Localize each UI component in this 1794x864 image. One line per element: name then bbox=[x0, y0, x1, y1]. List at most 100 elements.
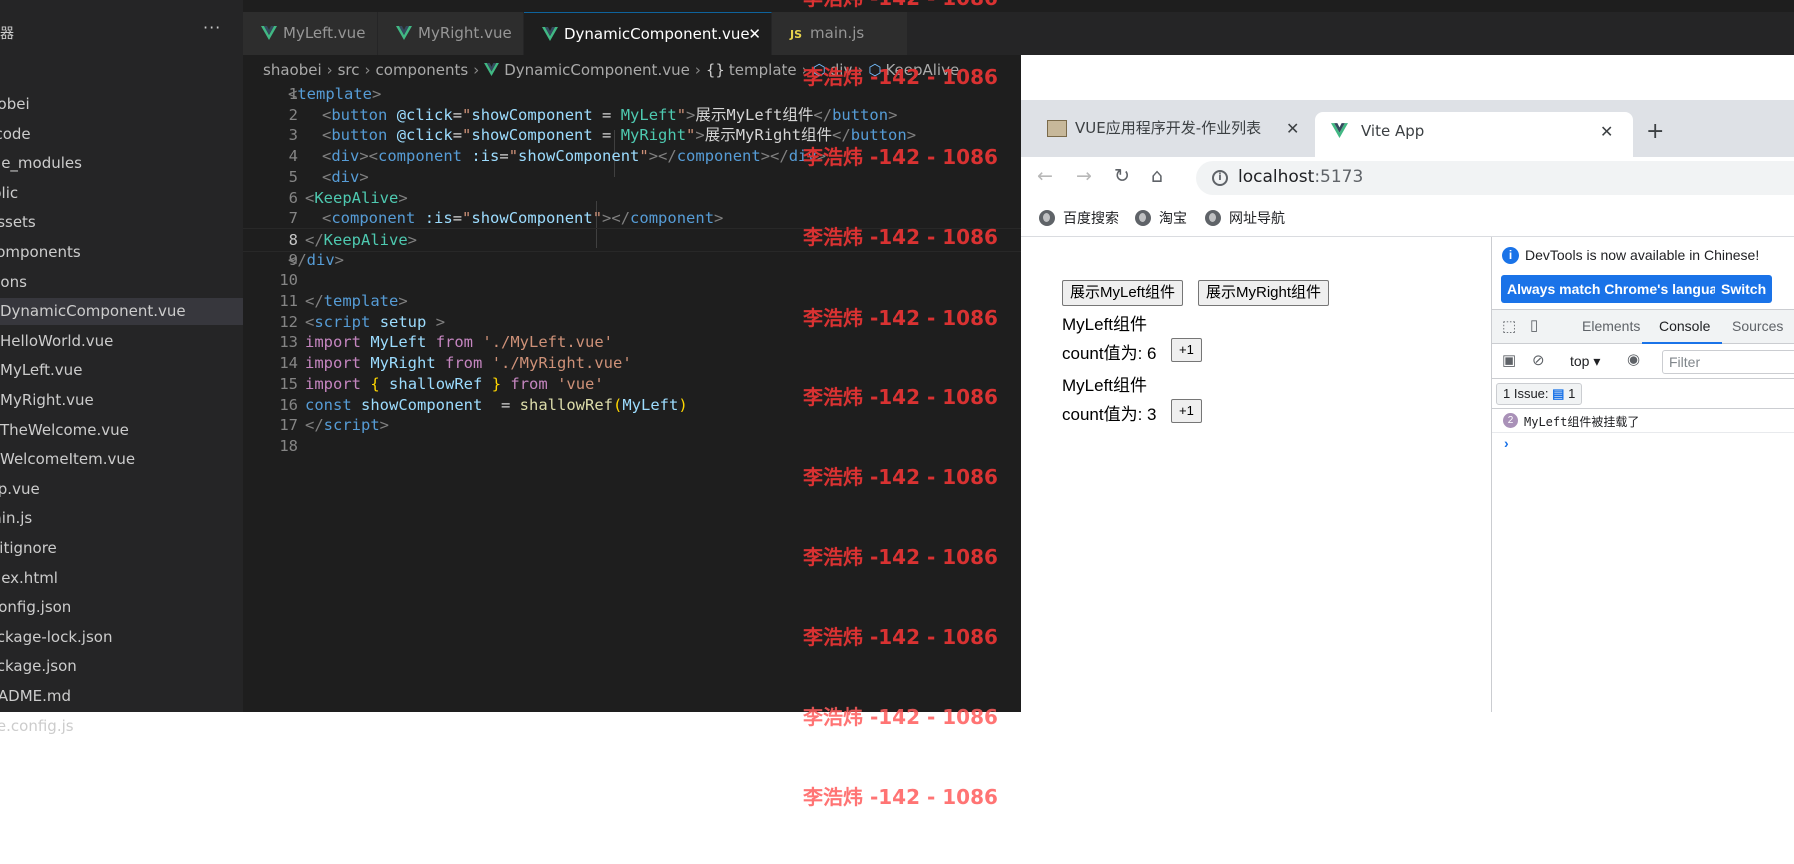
sidebar-item[interactable]: index.html bbox=[0, 565, 243, 592]
js-icon: JS bbox=[790, 28, 803, 41]
caret-down-icon: ▾ bbox=[1593, 353, 1601, 369]
show-myleft-button[interactable]: 展示MyLeft组件 bbox=[1062, 280, 1184, 306]
info-icon[interactable]: i bbox=[1212, 170, 1228, 186]
image-favicon-icon bbox=[1047, 120, 1067, 137]
watermark-text: 李浩炜 -142 - 1086 bbox=[803, 385, 998, 409]
sidebar-item-label: TheWelcome.vue bbox=[0, 420, 129, 439]
active-tab-indicator bbox=[1642, 342, 1722, 344]
bookmark-taobao[interactable]: 淘宝 bbox=[1135, 208, 1187, 228]
tab-elements[interactable]: Elements bbox=[1582, 318, 1640, 334]
watermark-text: 李浩炜 -142 - 1086 bbox=[803, 306, 998, 330]
bookmark-baidu[interactable]: 百度搜索 bbox=[1039, 208, 1119, 228]
watermark-text: 李浩炜 -142 - 1086 bbox=[803, 705, 998, 729]
sidebar-item[interactable]: HelloWorld.vue bbox=[0, 328, 243, 355]
sidebar-item[interactable]: jsconfig.json bbox=[0, 594, 243, 621]
globe-icon bbox=[1135, 210, 1151, 226]
chevron-right-icon: › bbox=[473, 61, 480, 79]
increment-button[interactable]: +1 bbox=[1171, 399, 1202, 423]
show-myright-button[interactable]: 展示MyRight组件 bbox=[1198, 280, 1330, 306]
home-icon[interactable]: ⌂ bbox=[1151, 165, 1163, 187]
repeat-count-badge: 2 bbox=[1503, 413, 1518, 428]
chevron-right-icon: › bbox=[694, 61, 701, 79]
sidebar-item-label: public bbox=[0, 183, 19, 202]
sidebar-item[interactable]: App.vue bbox=[0, 476, 243, 503]
breadcrumb-item[interactable]: DynamicComponent.vue bbox=[504, 61, 690, 79]
watermark-text: 李浩炜 -142 - 1086 bbox=[803, 65, 998, 89]
new-tab-icon[interactable]: + bbox=[1646, 119, 1664, 144]
tab-myleft[interactable]: MyLeft.vue bbox=[243, 12, 378, 55]
console-message: 2 MyLeft组件被挂载了 bbox=[1492, 409, 1794, 433]
sidebar-item[interactable]: node_modules bbox=[0, 150, 243, 177]
sidebar-item[interactable]: MyLeft.vue bbox=[0, 357, 243, 384]
breadcrumb-item[interactable]: template bbox=[729, 61, 797, 79]
increment-button[interactable]: +1 bbox=[1171, 338, 1202, 362]
url-port: :5173 bbox=[1314, 167, 1364, 187]
clear-console-icon[interactable]: ⊘ bbox=[1532, 351, 1545, 369]
inspect-element-icon[interactable]: ⬚ bbox=[1502, 317, 1516, 335]
page-content: 展示MyLeft组件 展示MyRight组件 MyLeft组件 count值为:… bbox=[1021, 237, 1491, 712]
bookmark-label: 淘宝 bbox=[1159, 211, 1187, 227]
breadcrumb-item[interactable]: src bbox=[338, 61, 360, 79]
sidebar-item-label: icons bbox=[0, 272, 27, 291]
close-icon[interactable]: ✕ bbox=[1286, 110, 1299, 147]
reload-icon[interactable]: ↻ bbox=[1114, 165, 1130, 187]
switch-language-button[interactable]: Switch bbox=[1715, 275, 1773, 303]
sidebar-item-label: README.md bbox=[0, 687, 72, 705]
close-icon[interactable]: ✕ bbox=[1600, 112, 1613, 151]
context-selector[interactable]: top ▾ bbox=[1570, 353, 1600, 370]
tab-dynamiccomponent[interactable]: DynamicComponent.vue ✕ bbox=[524, 12, 772, 55]
tab-label: main.js bbox=[810, 24, 865, 42]
device-toolbar-icon[interactable]: ▯ bbox=[1530, 316, 1538, 334]
sidebar-item-label: vite.config.js bbox=[0, 716, 74, 735]
bookmark-nav[interactable]: 网址导航 bbox=[1205, 208, 1285, 228]
sidebar-item[interactable]: TheWelcome.vue bbox=[0, 417, 243, 444]
address-bar[interactable]: i localhost:5173 bbox=[1196, 161, 1794, 195]
sidebar-item-label: shaobei bbox=[0, 95, 30, 113]
devtools-language-notice: i DevTools is now available in Chinese! … bbox=[1492, 237, 1794, 303]
sidebar-item[interactable]: .vscode bbox=[0, 121, 243, 148]
sidebar-item-label: WelcomeItem.vue bbox=[0, 450, 136, 469]
sidebar-toggle-icon[interactable]: ▣ bbox=[1502, 351, 1516, 369]
issues-button[interactable]: 1 Issue: ▤ 1 bbox=[1496, 383, 1583, 405]
browser-tab-homework[interactable]: VUE应用程序开发-作业列表 ✕ bbox=[1021, 110, 1311, 147]
url-text: localhost:5173 bbox=[1238, 167, 1363, 187]
browser-tab-vite[interactable]: Vite App ✕ bbox=[1315, 112, 1633, 157]
sidebar-item[interactable]: MyRight.vue bbox=[0, 387, 243, 414]
sidebar-item[interactable]: package.json bbox=[0, 653, 243, 680]
match-language-button[interactable]: Always match Chrome's language bbox=[1501, 275, 1740, 303]
sidebar-item[interactable]: package-lock.json bbox=[0, 624, 243, 651]
sidebar-item[interactable]: main.js bbox=[0, 505, 243, 532]
tab-label: DynamicComponent.vue bbox=[564, 25, 750, 43]
sidebar-item[interactable]: .gitignore bbox=[0, 535, 243, 562]
sidebar-item-label: .gitignore bbox=[0, 539, 57, 557]
component-title: MyLeft组件 bbox=[1062, 376, 1148, 395]
chat-icon: ▤ bbox=[1552, 386, 1565, 401]
console-prompt-icon[interactable]: › bbox=[1504, 435, 1509, 451]
close-icon[interactable]: ✕ bbox=[748, 13, 761, 56]
sidebar-item[interactable]: WelcomeItem.vue bbox=[0, 446, 243, 473]
sidebar-item[interactable]: icons bbox=[0, 269, 243, 296]
sidebar-item-label: .vscode bbox=[0, 124, 31, 143]
sidebar-item[interactable]: shaobei bbox=[0, 91, 243, 118]
eye-icon[interactable]: ◉ bbox=[1627, 350, 1640, 368]
sidebar-item-label: package-lock.json bbox=[0, 627, 113, 646]
sidebar-item[interactable]: DynamicComponent.vue bbox=[0, 298, 243, 326]
tab-sources[interactable]: Sources bbox=[1732, 318, 1783, 334]
breadcrumb-item[interactable]: shaobei bbox=[263, 61, 322, 79]
component-title: MyLeft组件 bbox=[1062, 315, 1148, 334]
editor-tab-bar: MyLeft.vue MyRight.vue DynamicComponent.… bbox=[243, 12, 1794, 55]
more-actions-icon[interactable]: ··· bbox=[203, 18, 221, 37]
filter-input[interactable]: Filter bbox=[1662, 350, 1794, 374]
sidebar-item[interactable]: README.md bbox=[0, 683, 243, 710]
tab-mainjs[interactable]: JS main.js bbox=[772, 12, 908, 55]
forward-icon[interactable]: → bbox=[1076, 165, 1092, 187]
sidebar-item[interactable]: public bbox=[0, 180, 243, 207]
sidebar-item[interactable]: components bbox=[0, 239, 243, 266]
breadcrumb-item[interactable]: components bbox=[376, 61, 469, 79]
tab-myright[interactable]: MyRight.vue bbox=[378, 12, 524, 55]
sidebar-item[interactable]: vite.config.js bbox=[0, 713, 243, 740]
sidebar-item[interactable]: assets bbox=[0, 209, 243, 236]
back-icon[interactable]: ← bbox=[1037, 165, 1053, 187]
sidebar-item-label: assets bbox=[0, 213, 36, 232]
tab-console[interactable]: Console bbox=[1659, 318, 1710, 334]
